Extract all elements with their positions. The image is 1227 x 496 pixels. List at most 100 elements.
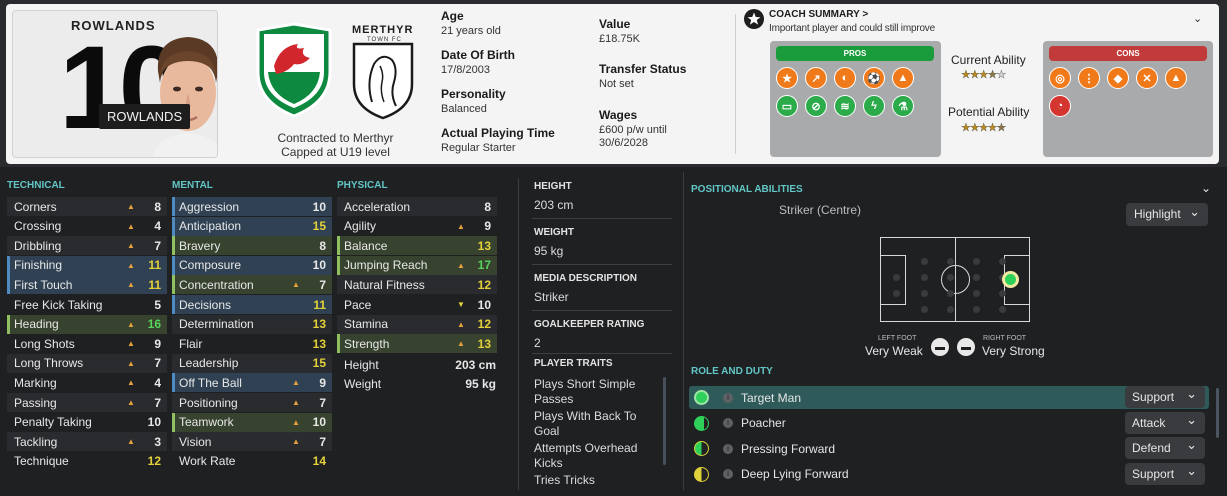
left-foot-icon: ▬ bbox=[931, 338, 949, 356]
height-label: Height bbox=[344, 357, 379, 372]
attribute-row-determination[interactable]: Determination 13 bbox=[172, 314, 332, 334]
bolt-icon[interactable]: ϟ bbox=[863, 95, 885, 117]
attribute-row-marking[interactable]: Marking ▲ 4 bbox=[7, 373, 167, 392]
age-value: 21 years old bbox=[441, 25, 501, 37]
traits-list[interactable]: Plays Short Simple Passes Plays With Back… bbox=[534, 377, 650, 487]
club-crest-text: MERTHYR bbox=[352, 24, 414, 36]
attribute-row-leadership[interactable]: Leadership 15 bbox=[172, 353, 332, 373]
current-ability-label: Current Ability bbox=[951, 53, 1026, 67]
tackle-icon[interactable]: ✕ bbox=[1136, 67, 1158, 89]
attribute-row-crossing[interactable]: Crossing ▲ 4 bbox=[7, 217, 167, 236]
attribute-row-bravery[interactable]: Bravery 8 bbox=[172, 236, 332, 256]
info-icon[interactable]: i bbox=[723, 443, 733, 454]
attribute-row-composure[interactable]: Composure 10 bbox=[172, 255, 332, 275]
highlight-dropdown[interactable]: Highlight ⌄ bbox=[1126, 203, 1208, 226]
playing-time-info: Actual Playing Time Regular Starter bbox=[441, 126, 555, 154]
coach-summary-desc: Important player and could still improve bbox=[769, 23, 935, 34]
foot-icon[interactable]: ⋮ bbox=[1078, 67, 1100, 89]
roles-scrollbar[interactable] bbox=[1216, 388, 1219, 438]
attribute-row-natural-fitness[interactable]: Natural Fitness 12 bbox=[337, 275, 497, 295]
attribute-row-first-touch[interactable]: First Touch ▲ 11 bbox=[7, 275, 167, 295]
boot-icon[interactable]: ◆ bbox=[1107, 67, 1129, 89]
ladder-icon[interactable]: ≋ bbox=[834, 95, 856, 117]
attribute-row-flair[interactable]: Flair 13 bbox=[172, 334, 332, 353]
attribute-row-stamina[interactable]: Stamina ▲ 12 bbox=[337, 314, 497, 334]
attribute-row-concentration[interactable]: Concentration ▲ 7 bbox=[172, 275, 332, 295]
attribute-row-aggression[interactable]: Aggression 10 bbox=[172, 197, 332, 216]
chevron-right-icon: > bbox=[862, 9, 869, 20]
attribute-row-work-rate[interactable]: Work Rate 14 bbox=[172, 452, 332, 471]
attribute-row-teamwork[interactable]: Teamwork ▲ 10 bbox=[172, 412, 332, 432]
attribute-row-free-kick-taking[interactable]: Free Kick Taking 5 bbox=[7, 295, 167, 314]
traits-scrollbar[interactable] bbox=[663, 377, 666, 465]
pitch-position-dot bbox=[921, 274, 928, 281]
divider bbox=[532, 353, 672, 354]
coach-summary-link[interactable]: COACH SUMMARY > bbox=[769, 9, 868, 20]
kick-icon[interactable]: ⚽ bbox=[863, 67, 885, 89]
bandage-icon[interactable]: ⊘ bbox=[805, 95, 827, 117]
cone-icon[interactable]: ▲ bbox=[892, 67, 914, 89]
head-icon[interactable]: ◐ bbox=[834, 67, 856, 89]
duty-dropdown[interactable]: Attack bbox=[1125, 409, 1205, 434]
attribute-row-passing[interactable]: Passing ▲ 7 bbox=[7, 393, 167, 412]
attribute-row-finishing[interactable]: Finishing ▲ 11 bbox=[7, 255, 167, 275]
attribute-value: 10 bbox=[147, 415, 161, 430]
player-portrait: ROWLANDS 10 ROWLANDS bbox=[12, 10, 218, 158]
age-label: Age bbox=[441, 9, 464, 23]
attribute-row-strength[interactable]: Strength ▲ 13 bbox=[337, 334, 497, 354]
target-icon[interactable]: ◎ bbox=[1049, 67, 1071, 89]
attribute-row-anticipation[interactable]: Anticipation 15 bbox=[172, 216, 332, 236]
attribute-value: 12 bbox=[477, 277, 491, 292]
pitch-position-dot bbox=[893, 274, 900, 281]
traits-heading: PLAYER TRAITS bbox=[534, 358, 613, 369]
attribute-row-dribbling[interactable]: Dribbling ▲ 7 bbox=[7, 236, 167, 256]
duty-dropdown[interactable]: Defend bbox=[1125, 434, 1205, 459]
duty-dropdown[interactable]: Support bbox=[1125, 460, 1205, 485]
pitch-position-dot bbox=[999, 258, 1006, 265]
attribute-row-tackling[interactable]: Tackling ▲ 3 bbox=[7, 432, 167, 452]
attribute-value: 11 bbox=[148, 277, 161, 292]
attribute-name: Flair bbox=[179, 336, 203, 351]
attribute-name: Concentration bbox=[179, 277, 254, 292]
info-icon[interactable]: i bbox=[723, 418, 733, 428]
attribute-row-jumping-reach[interactable]: Jumping Reach ▲ 17 bbox=[337, 255, 497, 275]
chevron-down-icon[interactable]: ⌄ bbox=[1201, 181, 1211, 195]
dob-value: 17/8/2003 bbox=[441, 64, 490, 76]
duty-dropdown[interactable]: Support bbox=[1125, 383, 1205, 408]
trend-up-icon: ▲ bbox=[127, 398, 135, 407]
flask-icon[interactable]: ⚗ bbox=[892, 95, 914, 117]
whistle-icon[interactable]: ◔ bbox=[1049, 95, 1071, 117]
attribute-row-long-throws[interactable]: Long Throws ▲ 7 bbox=[7, 353, 167, 373]
attribute-row-heading[interactable]: Heading ▲ 16 bbox=[7, 314, 167, 334]
attribute-row-technique[interactable]: Technique 12 bbox=[7, 452, 167, 471]
attribute-row-long-shots[interactable]: Long Shots ▲ 9 bbox=[7, 334, 167, 353]
attribute-value: 13 bbox=[312, 336, 326, 351]
attribute-row-corners[interactable]: Corners ▲ 8 bbox=[7, 197, 167, 216]
chevron-down-icon[interactable]: ⌄ bbox=[1193, 12, 1202, 25]
attribute-row-agility[interactable]: Agility ▲ 9 bbox=[337, 217, 497, 236]
attribute-value: 9 bbox=[484, 219, 491, 234]
attribute-row-off-the-ball[interactable]: Off The Ball ▲ 9 bbox=[172, 373, 332, 393]
attribute-row-acceleration[interactable]: Acceleration 8 bbox=[337, 197, 497, 216]
attribute-name: Leadership bbox=[179, 356, 239, 371]
info-icon[interactable]: i bbox=[723, 392, 733, 403]
attribute-row-decisions[interactable]: Decisions 11 bbox=[172, 295, 332, 314]
trend-up-icon: ▲ bbox=[292, 398, 300, 407]
info-icon[interactable]: i bbox=[723, 469, 733, 479]
star-icon[interactable]: ★ bbox=[776, 67, 798, 89]
trend-up-icon: ▲ bbox=[292, 437, 300, 447]
attribute-value: 10 bbox=[477, 297, 491, 312]
attribute-value: 12 bbox=[477, 317, 491, 332]
pitch-icon[interactable]: ▭ bbox=[776, 95, 798, 117]
pitch-position-dot bbox=[947, 290, 954, 297]
role-suitability-icon bbox=[694, 390, 709, 405]
trend-icon[interactable]: ↗ bbox=[805, 67, 827, 89]
cone-icon[interactable]: ▲ bbox=[1165, 67, 1187, 89]
attribute-row-positioning[interactable]: Positioning ▲ 7 bbox=[172, 393, 332, 412]
attribute-row-penalty-taking[interactable]: Penalty Taking 10 bbox=[7, 413, 167, 432]
attribute-row-vision[interactable]: Vision ▲ 7 bbox=[172, 432, 332, 452]
dob-info: Date Of Birth 17/8/2003 bbox=[441, 48, 515, 76]
role-name: Pressing Forward bbox=[741, 441, 836, 456]
attribute-row-pace[interactable]: Pace ▼ 10 bbox=[337, 295, 497, 314]
attribute-row-balance[interactable]: Balance 13 bbox=[337, 236, 497, 256]
